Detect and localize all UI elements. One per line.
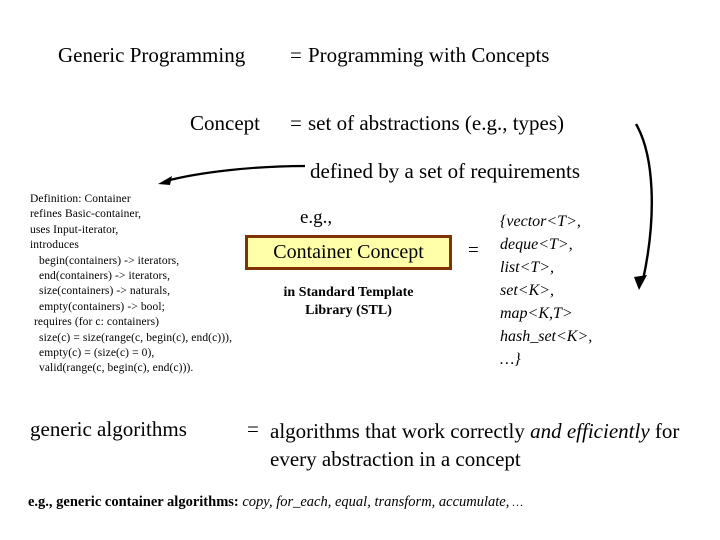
- definition-line: Definition: Container: [30, 193, 131, 205]
- stl-caption: in Standard Template Library (STL): [245, 284, 452, 320]
- type-list-item: deque<T>,: [500, 236, 573, 253]
- footer-ellipsis: …: [509, 495, 524, 509]
- definition-line: uses Input-iterator,: [30, 223, 119, 236]
- stl-caption-line-1: in Standard Template: [283, 285, 414, 300]
- definition-line: end(containers) -> iterators,: [39, 270, 171, 283]
- left-curved-arrow-head: [158, 176, 172, 185]
- headline-definition-2-continued: defined by a set of requirements: [310, 159, 580, 183]
- bottom-definition-part-1: algorithms that work correctly: [270, 419, 531, 443]
- footer-examples: e.g., generic container algorithms: copy…: [28, 494, 523, 511]
- right-curved-arrow-line: [634, 123, 653, 281]
- bottom-definition-emphasis: and efficiently: [530, 419, 650, 443]
- definition-line: empty(containers) -> bool;: [39, 300, 165, 313]
- definition-line: size(containers) -> naturals,: [39, 285, 171, 298]
- type-list-item: map<K,T>: [500, 305, 573, 322]
- example-equals: =: [468, 240, 479, 261]
- slide-canvas: Generic Programming = Programming with C…: [0, 0, 720, 540]
- bottom-equals: =: [247, 417, 259, 441]
- right-curved-arrow-head: [634, 275, 647, 290]
- container-definition-block: Definition: Container refines Basic-cont…: [30, 192, 232, 377]
- container-concept-box[interactable]: Container Concept: [245, 235, 452, 270]
- type-list-item: {vector<T>,: [500, 213, 581, 230]
- headline-equals-1: =: [290, 43, 302, 67]
- left-curved-arrow-line: [165, 164, 306, 183]
- headline-term-generic-programming: Generic Programming: [58, 43, 246, 67]
- headline-equals-2: =: [290, 111, 302, 135]
- bottom-term-generic-algorithms: generic algorithms: [30, 417, 187, 441]
- definition-line: valid(range(c, begin(c), end(c))).: [39, 362, 194, 375]
- type-list-item: list<T>,: [500, 259, 555, 276]
- type-list-item: hash_set<K>,: [500, 328, 593, 345]
- footer-prefix: e.g., generic container algorithms:: [28, 494, 239, 510]
- definition-line: requires (for c: containers): [34, 316, 160, 329]
- definition-line: empty(c) = (size(c) = 0),: [39, 347, 155, 360]
- headline-definition-1: Programming with Concepts: [308, 43, 550, 67]
- footer-example-list: copy, for_each, equal, transform, accumu…: [238, 494, 510, 510]
- example-label: e.g.,: [300, 207, 333, 228]
- definition-line: refines Basic-container,: [30, 208, 142, 221]
- stl-caption-line-2: Library (STL): [305, 303, 392, 318]
- stl-type-list: {vector<T>, deque<T>, list<T>, set<K>, m…: [500, 210, 592, 371]
- headline-definition-2: set of abstractions (e.g., types): [308, 111, 565, 135]
- type-list-item: set<K>,: [500, 282, 555, 299]
- definition-line: size(c) = size(range(c, begin(c), end(c)…: [39, 331, 233, 344]
- container-concept-box-label: Container Concept: [273, 241, 424, 263]
- definition-line: introduces: [30, 239, 79, 252]
- definition-line: begin(containers) -> iterators,: [39, 254, 180, 267]
- headline-term-concept: Concept: [190, 111, 260, 135]
- bottom-definition: algorithms that work correctly and effic…: [270, 417, 720, 473]
- type-list-item: …}: [500, 351, 521, 368]
